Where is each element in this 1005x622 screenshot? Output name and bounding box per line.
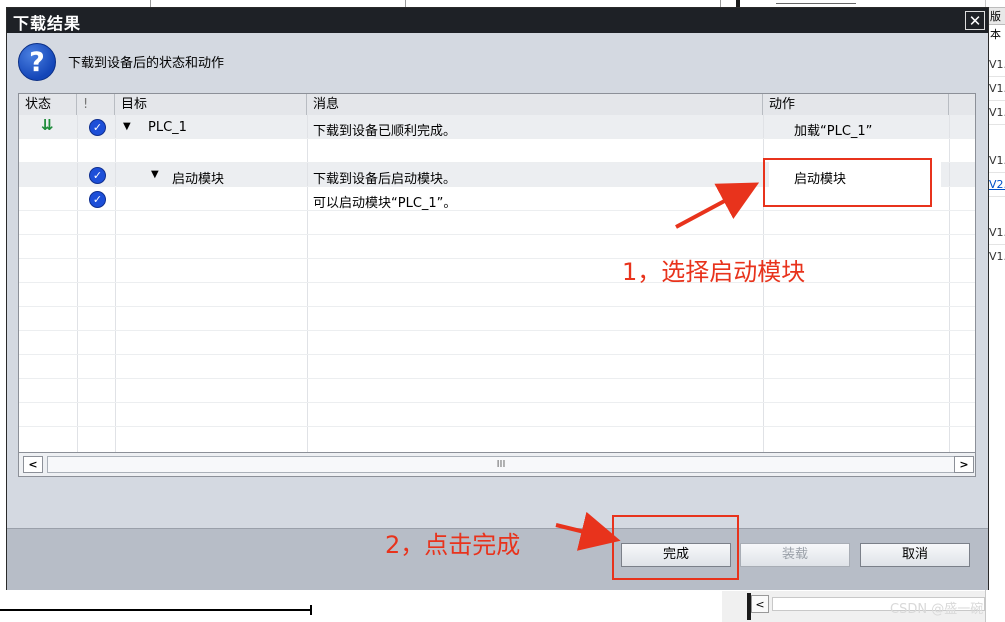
grid-line — [19, 330, 975, 331]
scroll-left-button[interactable]: < — [751, 595, 769, 613]
grid-line — [19, 306, 975, 307]
action-cell[interactable]: 加载“PLC_1” — [794, 120, 872, 139]
column-header-filler — [949, 94, 975, 115]
grid-line — [19, 234, 975, 235]
table-header: 状态 ! 目标 消息 动作 — [19, 94, 975, 116]
annotation-step2-text: 2，点击完成 — [385, 531, 521, 559]
dialog-header: ? 下载到设备后的状态和动作 — [7, 33, 988, 91]
download-results-dialog: 下载结果 ✕ ? 下载到设备后的状态和动作 状态 ! 目标 消息 动作 ⇊ ✓ … — [6, 7, 989, 590]
dialog-title: 下载结果 — [13, 14, 82, 33]
column-header-action[interactable]: 动作 — [763, 94, 949, 115]
version-cell: V1.0 — [989, 58, 1005, 71]
dialog-subtitle: 下载到设备后的状态和动作 — [68, 56, 225, 71]
annotation-step1-text: 1，选择启动模块 — [622, 258, 806, 286]
message-cell: 下载到设备后启动模块。 — [313, 172, 457, 187]
expand-triangle-icon[interactable]: ▼ — [123, 121, 131, 132]
grid-line — [19, 402, 975, 403]
annotation-box-start-module — [763, 158, 932, 207]
table-horizontal-scrollbar[interactable]: < III > — [18, 453, 976, 477]
grid-line — [19, 426, 975, 427]
load-button[interactable]: 装载 — [740, 543, 850, 567]
version-cell: V1.0 — [989, 154, 1005, 167]
check-icon: ✓ — [89, 119, 106, 136]
question-icon: ? — [18, 43, 56, 81]
target-cell: 启动模块 — [172, 172, 225, 187]
grid-line — [19, 282, 975, 283]
close-button[interactable]: ✕ — [965, 11, 985, 30]
check-icon: ✓ — [89, 191, 106, 208]
version-cell: V1.0 — [989, 82, 1005, 95]
background-line-tick — [310, 605, 312, 615]
version-cell: V1.1 — [989, 226, 1005, 239]
column-header-target[interactable]: 目标 — [115, 94, 307, 115]
column-header-flag[interactable]: ! — [77, 94, 115, 115]
scroll-right-button[interactable]: > — [954, 456, 974, 473]
scroll-left-button[interactable]: < — [23, 456, 43, 473]
expand-triangle-icon[interactable]: ▼ — [151, 169, 159, 180]
message-cell: 下载到设备已顺利完成。 — [313, 124, 457, 139]
grid-line — [19, 378, 975, 379]
dialog-titlebar[interactable]: 下载结果 ✕ — [7, 8, 988, 33]
download-icon: ⇊ — [41, 116, 54, 134]
column-header-message[interactable]: 消息 — [307, 94, 763, 115]
grid-line — [19, 354, 975, 355]
check-icon: ✓ — [89, 167, 106, 184]
version-link[interactable]: V2.0 — [989, 178, 1005, 191]
column-header-status[interactable]: 状态 — [19, 94, 77, 115]
annotation-box-finish — [612, 515, 739, 580]
watermark: CSDN @盛一碗 — [890, 602, 984, 617]
scroll-thumb[interactable]: III — [47, 456, 955, 473]
grid-line — [19, 258, 975, 259]
version-cell: V1.4 — [989, 250, 1005, 263]
background-line — [0, 609, 312, 611]
cancel-button[interactable]: 取消 — [860, 543, 970, 567]
grid-line — [19, 210, 975, 211]
version-cell: V1.0 — [989, 106, 1005, 119]
message-cell: 可以启动模块“PLC_1”。 — [313, 196, 457, 211]
target-cell: PLC_1 — [148, 120, 187, 135]
background-underline — [776, 0, 856, 4]
results-table: 状态 ! 目标 消息 动作 ⇊ ✓ ▼ PLC_1 下载到设备已顺利完成。 加载… — [18, 93, 976, 453]
